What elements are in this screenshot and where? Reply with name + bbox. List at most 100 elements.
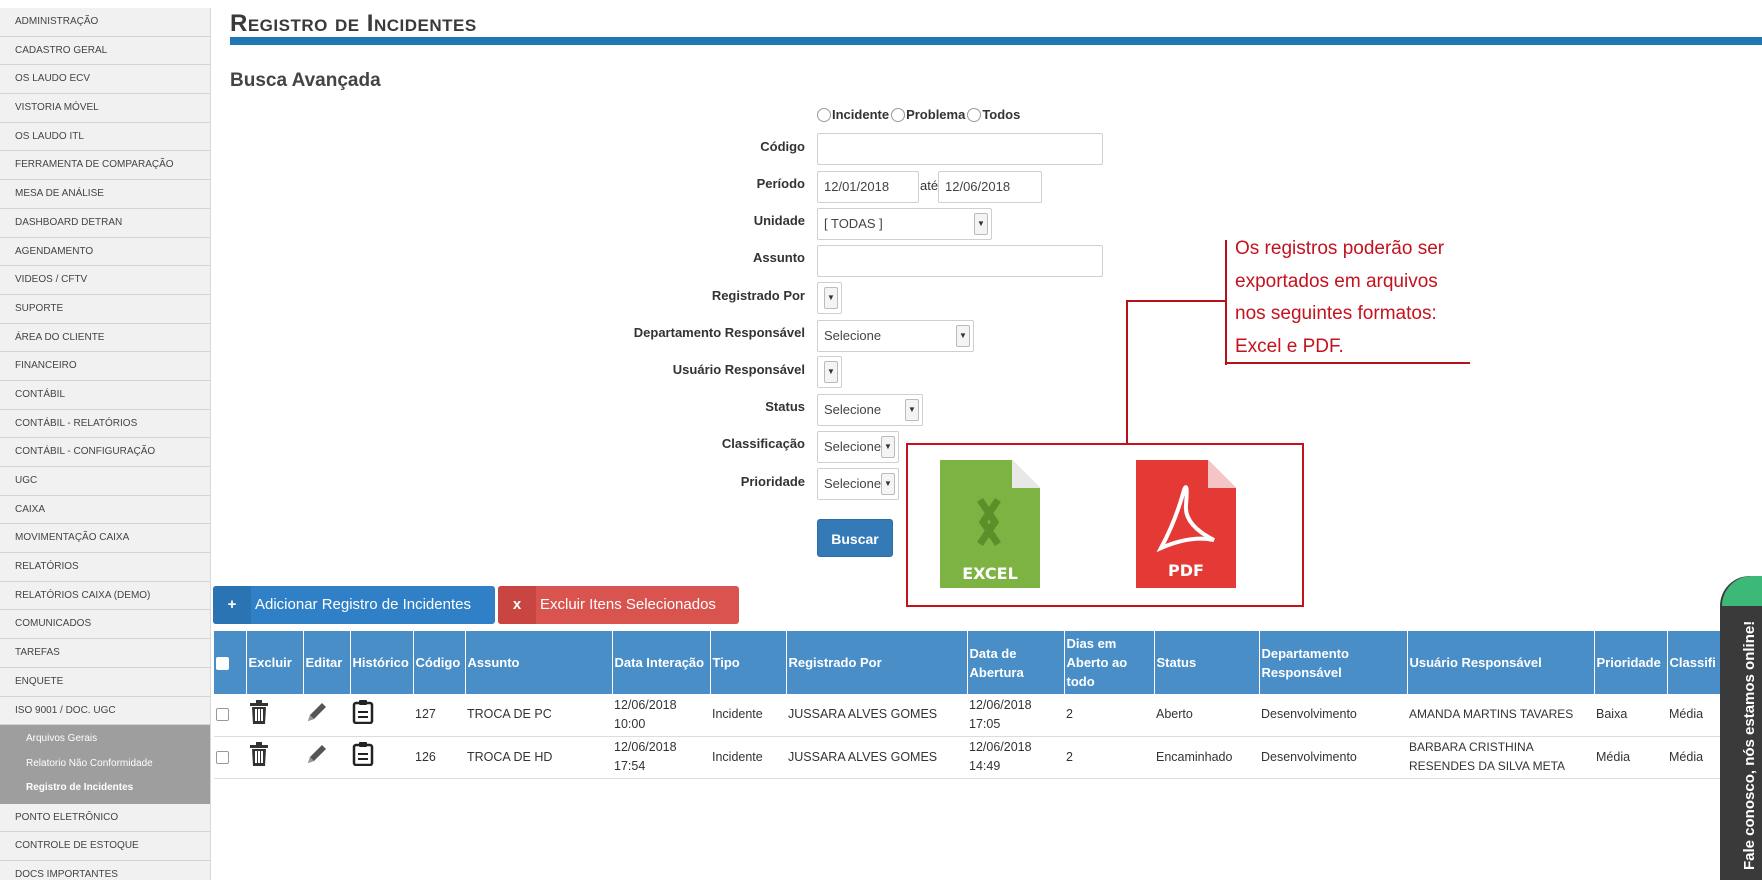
radio-todos[interactable] (967, 107, 982, 122)
unidade-select[interactable]: [ TODAS ] ▼ (817, 208, 992, 240)
chevron-down-icon: ▼ (881, 473, 895, 495)
col-header-codigo[interactable]: Código (413, 631, 466, 694)
periodo-start-input[interactable]: 12/01/2018 (817, 171, 919, 203)
sidebar-item-administracao[interactable]: ADMINISTRAÇÃO (0, 8, 210, 37)
sidebar: ADMINISTRAÇÃO CADASTRO GERAL OS LAUDO EC… (0, 8, 211, 880)
radio-problema[interactable] (891, 107, 906, 122)
add-incident-button[interactable]: + Adicionar Registro de Incidentes (213, 586, 495, 624)
row-select-cell (214, 736, 246, 779)
pencil-icon[interactable] (305, 742, 329, 766)
history-cell (350, 736, 413, 779)
delete-selected-button[interactable]: x Excluir Itens Selecionados (498, 586, 739, 624)
classificacao-select[interactable]: Selecione ▼ (817, 431, 899, 463)
sidebar-item-os-laudo-ecv[interactable]: OS LAUDO ECV (0, 65, 210, 95)
pdf-file-icon[interactable]: PDF (1136, 460, 1236, 588)
unidade-label: Unidade (753, 213, 805, 228)
row-select-cell (214, 694, 246, 737)
page-root: ADMINISTRAÇÃO CADASTRO GERAL OS LAUDO EC… (0, 0, 1762, 880)
sidebar-item-comunicados[interactable]: COMUNICADOS (0, 610, 210, 640)
data-interacao-cell: 12/06/2018 17:54 (612, 736, 710, 779)
usuario-select[interactable]: ▼ (817, 356, 842, 388)
table-row: 127 TROCA DE PC 12/06/2018 10:00 Incident… (214, 694, 1762, 737)
incidents-table: Excluir Editar Histórico Código Assunto … (214, 631, 1762, 779)
col-header-departamento[interactable]: Departamento Responsável (1259, 631, 1408, 694)
row-checkbox[interactable] (216, 750, 229, 764)
excel-file-icon[interactable]: EXCEL (940, 460, 1040, 588)
assunto-cell: TROCA DE HD (465, 736, 612, 779)
registrado-por-cell: JUSSARA ALVES GOMES (786, 694, 967, 737)
history-cell (350, 694, 413, 737)
unidade-value: [ TODAS ] (824, 216, 883, 231)
col-header-dias-aberto[interactable]: Dias em Aberto ao todo (1064, 631, 1155, 694)
sidebar-item-relatorios[interactable]: RELATÓRIOS (0, 553, 210, 582)
sidebar-item-contabil-relatorios[interactable]: CONTÁBIL - RELATÓRIOS (0, 409, 210, 439)
sidebar-item-dashboard-detran[interactable]: DASHBOARD DETRAN (0, 208, 210, 238)
sidebar-subitem-registro-incidentes[interactable]: Registro de Incidentes (0, 776, 210, 801)
col-header-data-interacao[interactable]: Data Interação (612, 631, 711, 694)
periodo-label: Período (756, 176, 805, 191)
sidebar-item-ferramenta-comparacao[interactable]: FERRAMENTA DE COMPARAÇÃO (0, 151, 210, 181)
row-checkbox[interactable] (216, 708, 229, 722)
sidebar-item-videos-cftv[interactable]: VIDEOS / CFTV (0, 266, 210, 295)
sidebar-item-iso-9001[interactable]: ISO 9001 / DOC. UGC (0, 696, 210, 726)
clipboard-icon[interactable] (352, 742, 374, 767)
sidebar-item-tarefas[interactable]: TAREFAS (0, 639, 210, 668)
sidebar-item-suporte[interactable]: SUPORTE (0, 294, 210, 324)
sidebar-item-financeiro[interactable]: FINANCEIRO (0, 352, 210, 381)
sidebar-item-enquete[interactable]: ENQUETE (0, 667, 210, 697)
sidebar-item-agendamento[interactable]: AGENDAMENTO (0, 237, 210, 267)
dias-aberto-cell: 2 (1064, 736, 1154, 779)
col-header-tipo[interactable]: Tipo (710, 631, 787, 694)
callout-connector-horizontal (1126, 300, 1226, 302)
sidebar-item-movimentacao-caixa[interactable]: MOVIMENTAÇÃO CAIXA (0, 524, 210, 554)
chevron-down-icon: ▼ (881, 436, 895, 458)
col-header-usuario[interactable]: Usuário Responsável (1407, 631, 1595, 694)
registrado-por-label: Registrado Por (711, 288, 805, 303)
chevron-down-icon: ▼ (824, 287, 838, 309)
sidebar-item-contabil[interactable]: CONTÁBIL (0, 380, 210, 410)
clipboard-icon[interactable] (352, 699, 374, 724)
radio-incidente[interactable] (817, 107, 831, 122)
registrado-por-select[interactable]: ▼ (817, 282, 842, 314)
date-text: 12/06/2018 (614, 697, 677, 712)
prioridade-select[interactable]: Selecione ▼ (817, 468, 899, 500)
close-icon: x (498, 586, 536, 624)
callout-connector-vertical (1126, 300, 1128, 443)
select-all-checkbox[interactable] (216, 657, 229, 671)
col-header-data-abertura[interactable]: Data de Abertura (967, 631, 1065, 694)
sidebar-item-ponto-eletronico[interactable]: PONTO ELETRÔNICO (0, 803, 210, 833)
sidebar-subitem-arquivos-gerais[interactable]: Arquivos Gerais (0, 727, 210, 752)
sidebar-item-area-cliente[interactable]: ÁREA DO CLIENTE (0, 323, 210, 353)
col-header-prioridade[interactable]: Prioridade (1594, 631, 1668, 694)
sidebar-item-caixa[interactable]: CAIXA (0, 495, 210, 525)
departamento-select[interactable]: Selecione ▼ (817, 320, 974, 352)
status-select[interactable]: Selecione ▼ (817, 394, 923, 426)
sidebar-item-cadastro-geral[interactable]: CADASTRO GERAL (0, 36, 210, 66)
buscar-button[interactable]: Buscar (817, 519, 893, 557)
sidebar-item-vistoria-movel[interactable]: VISTORIA MÓVEL (0, 94, 210, 123)
trash-icon[interactable] (248, 742, 270, 766)
sidebar-subitem-relatorio-nao-conformidade[interactable]: Relatorio Não Conformidade (0, 752, 210, 777)
sidebar-item-mesa-analise[interactable]: MESA DE ANÁLISE (0, 180, 210, 209)
codigo-input[interactable] (817, 133, 1103, 165)
edit-cell (303, 736, 350, 779)
usuario-label: Usuário Responsável (672, 362, 805, 377)
sidebar-item-os-laudo-itl[interactable]: OS LAUDO ITL (0, 122, 210, 152)
assunto-input[interactable] (817, 245, 1103, 277)
col-header-assunto[interactable]: Assunto (465, 631, 613, 694)
sidebar-item-ugc[interactable]: UGC (0, 467, 210, 496)
pencil-icon[interactable] (305, 700, 329, 724)
periodo-end-input[interactable]: 12/06/2018 (938, 171, 1042, 203)
sidebar-item-contabil-configuracao[interactable]: CONTÁBIL - CONFIGURAÇÃO (0, 438, 210, 467)
delete-cell (246, 694, 303, 737)
col-header-status[interactable]: Status (1154, 631, 1260, 694)
trash-icon[interactable] (248, 699, 270, 724)
sidebar-item-relatorios-caixa[interactable]: RELATÓRIOS CAIXA (DEMO) (0, 581, 210, 611)
assunto-label: Assunto (753, 250, 805, 265)
sidebar-item-docs-importantes[interactable]: DOCS IMPORTANTES (0, 861, 210, 880)
title-divider (230, 37, 1762, 45)
classificacao-value: Selecione (824, 439, 882, 454)
col-header-registrado-por[interactable]: Registrado Por (786, 631, 968, 694)
prioridade-cell: Baixa (1594, 694, 1667, 737)
sidebar-item-controle-estoque[interactable]: CONTROLE DE ESTOQUE (0, 832, 210, 862)
